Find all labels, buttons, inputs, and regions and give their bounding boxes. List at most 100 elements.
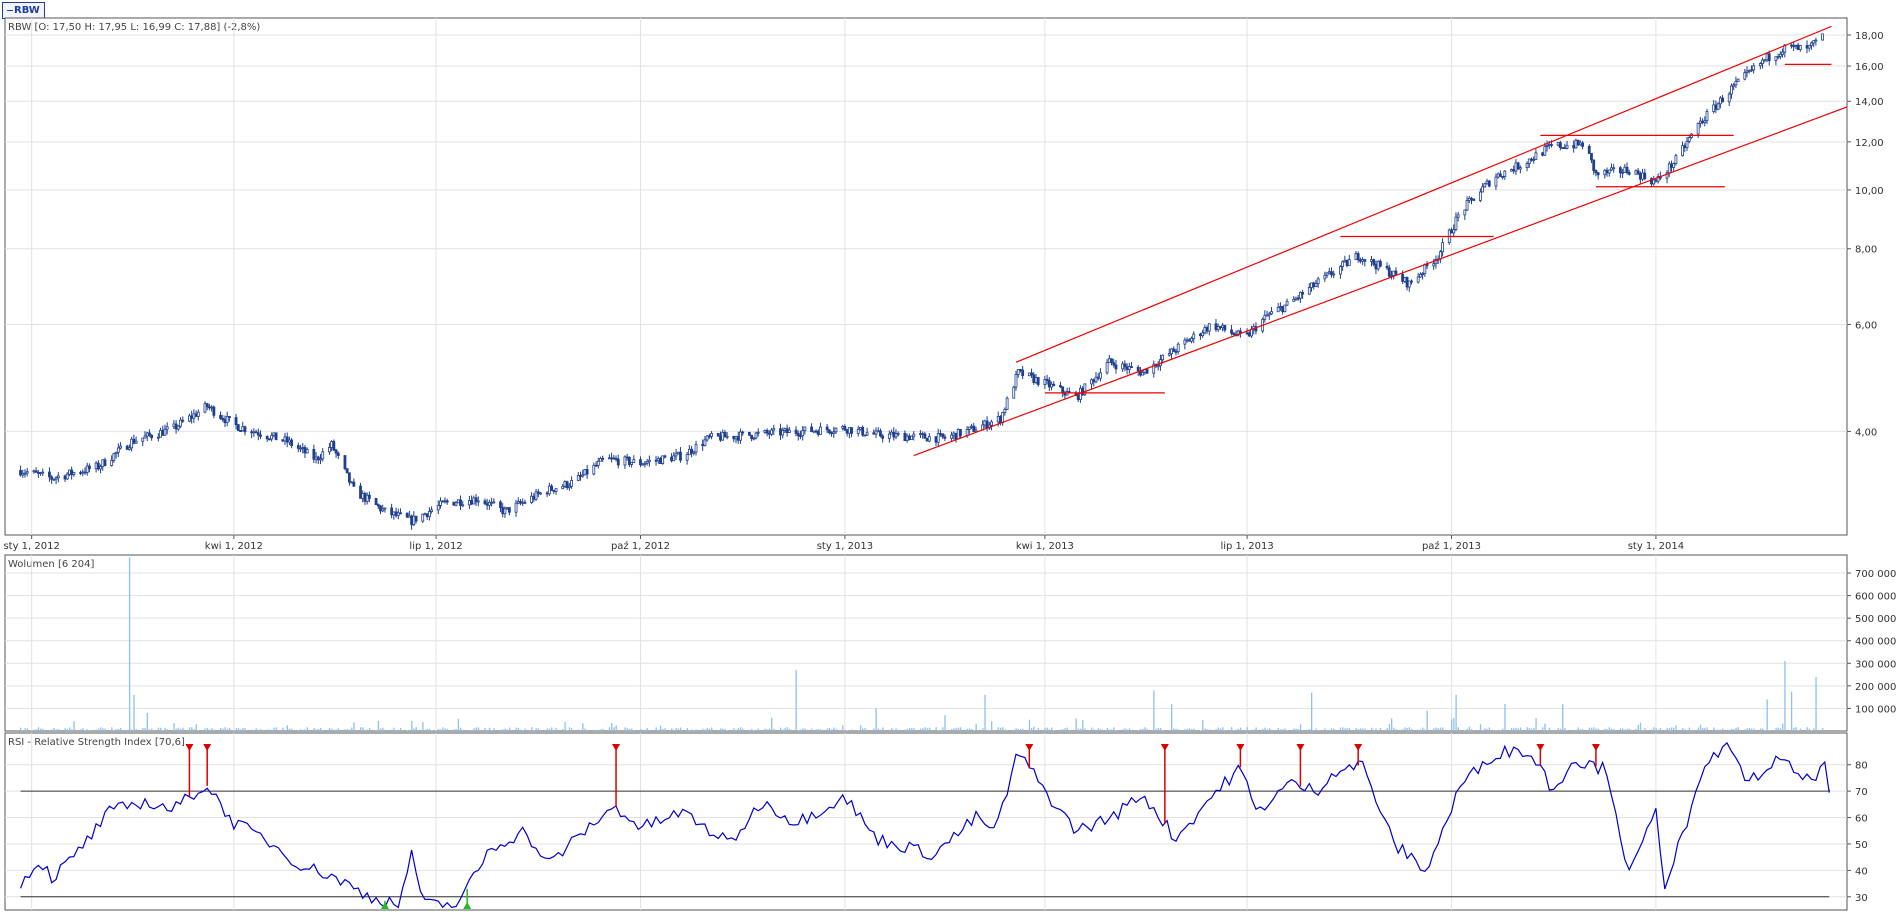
candle-body: [150, 434, 154, 439]
candle-body: [1094, 376, 1098, 383]
candle-body: [188, 415, 191, 422]
volume-bar: [811, 728, 813, 731]
candle-body: [999, 416, 1002, 424]
volume-bar: [1302, 729, 1304, 731]
candle-body: [632, 459, 636, 463]
volume-bar: [1113, 727, 1115, 731]
volume-bar: [662, 728, 664, 731]
volume-bar: [664, 728, 666, 731]
candle-body: [165, 426, 169, 430]
volume-bar: [571, 728, 573, 731]
candle-body: [1721, 97, 1724, 103]
candle-body: [672, 455, 676, 462]
volume-bar: [1064, 728, 1066, 731]
candle-body: [134, 440, 138, 444]
volume-bar: [1482, 730, 1484, 731]
candle-body: [1516, 162, 1520, 170]
volume-bar: [691, 729, 693, 731]
candle-body: [1281, 306, 1285, 313]
candle-body: [1145, 369, 1149, 374]
volume-bar: [364, 730, 366, 731]
candle-body: [1219, 325, 1222, 328]
volume-bar: [1468, 726, 1471, 731]
volume-bar: [693, 730, 695, 731]
candle-body: [1518, 167, 1522, 170]
candle-body: [1565, 145, 1569, 149]
candle-body: [1685, 141, 1689, 149]
candle-body: [1576, 139, 1580, 146]
volume-bar: [1406, 727, 1408, 731]
candle-body: [1214, 323, 1218, 331]
volume-bar: [942, 727, 944, 731]
volume-bar: [1342, 727, 1344, 731]
candle-body: [1096, 376, 1100, 379]
candle-body: [1767, 53, 1771, 62]
candle-body: [159, 429, 162, 438]
volume-bar: [1126, 729, 1128, 731]
volume-bar: [1417, 729, 1419, 731]
volume-bar: [1077, 728, 1080, 731]
volume-bar: [440, 729, 442, 731]
candle-body: [421, 513, 425, 522]
candle-body: [130, 438, 134, 449]
volume-bar: [926, 728, 928, 731]
candle-body: [1199, 333, 1202, 337]
candle-body: [585, 468, 589, 475]
candle-body: [772, 428, 776, 431]
candle-body: [285, 436, 289, 443]
volume-bar: [1799, 728, 1802, 731]
volume-bar: [1251, 729, 1253, 731]
y-tick-label: 60: [1855, 814, 1868, 825]
volume-bar: [1142, 728, 1144, 731]
candle-body: [336, 452, 340, 456]
volume-bar: [1097, 728, 1100, 731]
volume-bar: [188, 727, 191, 731]
volume-bar: [817, 729, 820, 731]
volume-bar: [375, 730, 377, 731]
volume-bar: [1628, 728, 1631, 731]
volume-bar: [877, 728, 880, 731]
volume-bar: [1002, 727, 1004, 731]
candle-body: [1534, 152, 1538, 160]
volume-bar: [1730, 728, 1733, 731]
volume-bar: [857, 730, 860, 731]
candle-body: [1450, 229, 1453, 234]
volume-bar: [1453, 717, 1455, 731]
candle-body: [241, 426, 245, 432]
volume-bar: [1093, 729, 1095, 731]
volume-bar: [844, 730, 846, 731]
volume-bar: [688, 730, 691, 731]
candle-body: [1681, 145, 1684, 157]
volume-bar: [180, 728, 182, 731]
candle-body: [283, 436, 287, 442]
volume-bar: [586, 729, 588, 731]
volume-bar: [473, 728, 475, 731]
candle-body: [1701, 120, 1704, 124]
volume-bar: [1613, 729, 1615, 731]
candle-body: [536, 491, 540, 495]
volume-bar: [613, 727, 615, 731]
volume-bar: [639, 729, 642, 731]
candle-body: [1014, 374, 1018, 388]
volume-bar: [928, 727, 931, 731]
candle-body: [1821, 33, 1824, 41]
candle-body: [599, 457, 602, 462]
volume-bar: [1808, 728, 1811, 731]
candle-body: [1607, 169, 1611, 174]
volume-bar: [797, 730, 800, 731]
volume-bar: [166, 729, 169, 731]
volume-bar: [117, 728, 120, 731]
volume-bar: [1670, 727, 1673, 731]
candle-body: [499, 501, 502, 508]
candle-body: [1130, 366, 1133, 368]
candle-body: [801, 430, 805, 437]
candle-body: [627, 457, 631, 465]
candle-body: [1032, 374, 1036, 383]
y-tick-label: 400 000: [1855, 637, 1896, 648]
volume-bar: [1339, 727, 1342, 731]
volume-bar: [1175, 728, 1177, 731]
y-tick-label: 14,00: [1855, 97, 1884, 108]
candle-body: [767, 432, 771, 435]
candle-body: [1081, 387, 1085, 396]
volume-bar: [702, 728, 704, 731]
